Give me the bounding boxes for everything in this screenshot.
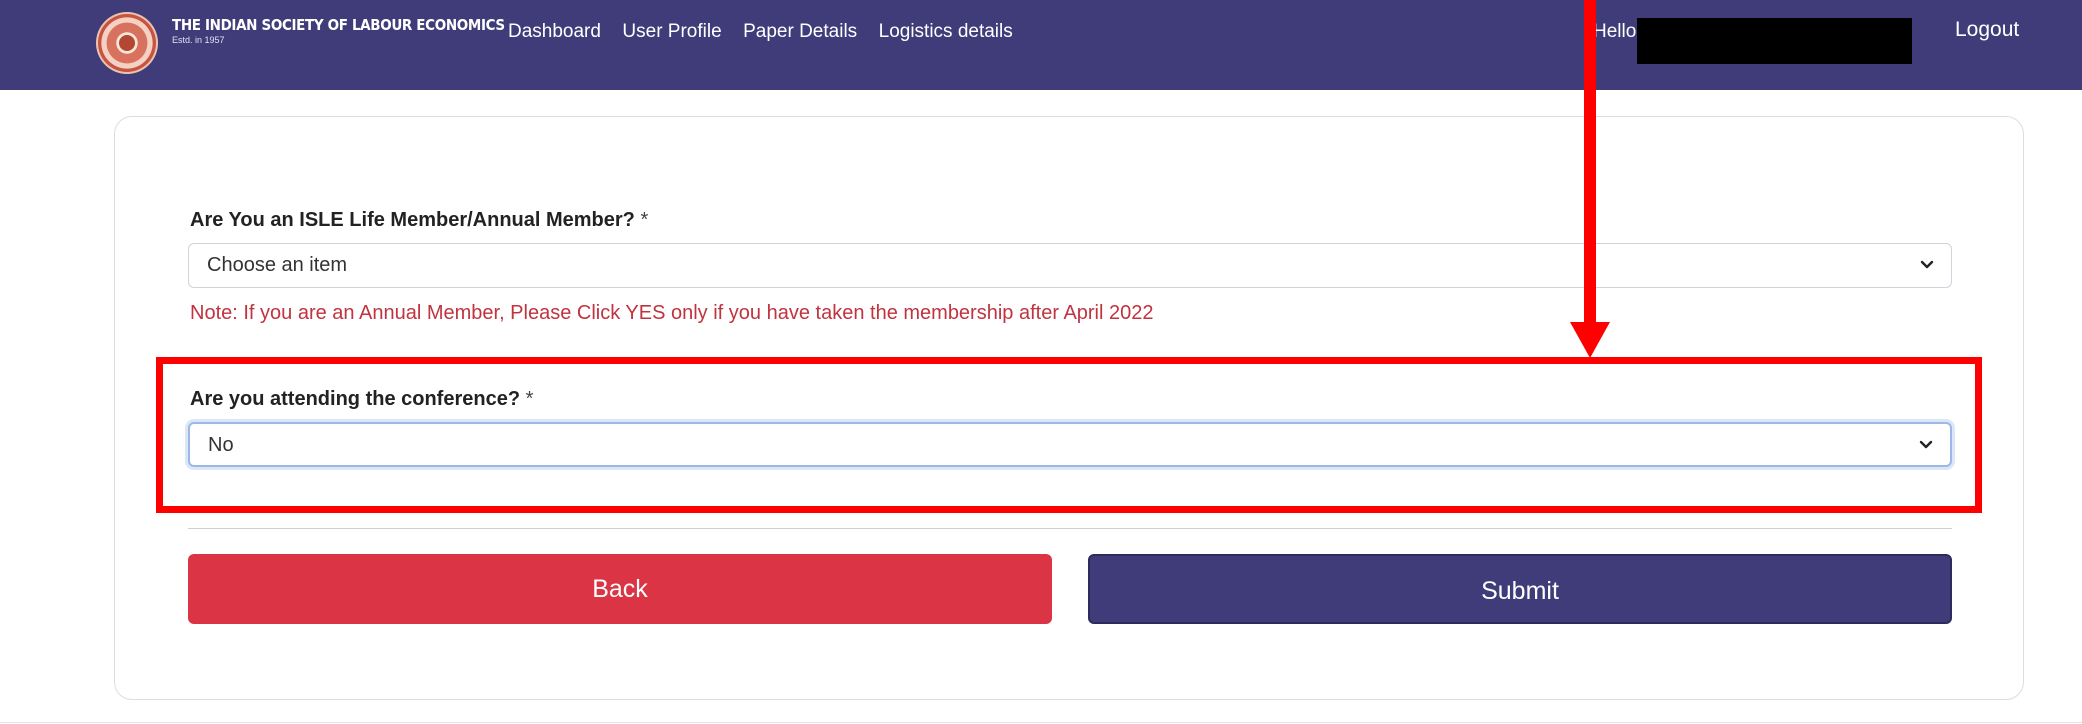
nav-links: Dashboard User Profile Paper Details Log… <box>508 21 1030 43</box>
membership-select-value: Choose an item <box>207 254 348 276</box>
nav-dashboard[interactable]: Dashboard <box>508 21 601 42</box>
membership-note: Note: If you are an Annual Member, Pleas… <box>190 302 1154 324</box>
footer-divider <box>0 722 2082 723</box>
isle-logo-icon[interactable] <box>96 12 158 74</box>
nav-logistics-details[interactable]: Logistics details <box>879 21 1013 42</box>
top-navbar: THE INDIAN SOCIETY OF LABOUR ECONOMICS E… <box>0 0 2082 90</box>
brand[interactable]: THE INDIAN SOCIETY OF LABOUR ECONOMICS E… <box>172 16 542 45</box>
logout-link[interactable]: Logout <box>1955 18 2019 42</box>
required-mark: * <box>640 209 649 231</box>
annotation-highlight-box <box>156 357 1982 513</box>
chevron-down-icon <box>1920 260 1934 269</box>
brand-established: Estd. in 1957 <box>172 35 225 45</box>
redacted-username <box>1637 18 1912 64</box>
greeting: Hello <box>1593 21 1637 42</box>
nav-paper-details[interactable]: Paper Details <box>743 21 857 42</box>
membership-select[interactable]: Choose an item <box>188 243 1952 288</box>
form-divider <box>188 528 1952 529</box>
submit-button[interactable]: Submit <box>1088 554 1952 624</box>
brand-name: THE INDIAN SOCIETY OF LABOUR ECONOMICS <box>172 16 505 34</box>
annotation-arrow-head <box>1570 322 1610 358</box>
membership-label-text: Are You an ISLE Life Member/Annual Membe… <box>190 209 635 231</box>
annotation-arrow-shaft <box>1584 0 1596 330</box>
back-button[interactable]: Back <box>188 554 1052 624</box>
membership-label: Are You an ISLE Life Member/Annual Membe… <box>190 209 648 232</box>
nav-user-profile[interactable]: User Profile <box>622 21 721 42</box>
